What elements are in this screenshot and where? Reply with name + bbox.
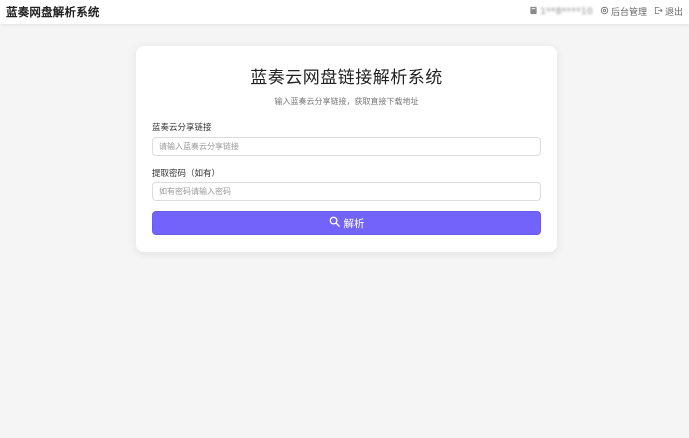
user-name: 1**8****10 <box>540 6 593 17</box>
parse-form-card: 蓝奏云网盘链接解析系统 输入蓝奏云分享链接，获取直接下载地址 蓝奏云分享链接 提… <box>136 46 557 252</box>
page-title: 蓝奏云网盘链接解析系统 <box>250 68 443 88</box>
app-brand[interactable]: 蓝奏网盘解析系统 <box>6 4 100 20</box>
user-account[interactable]: 1**8****10 <box>529 6 593 18</box>
logout-icon <box>654 6 663 18</box>
admin-link[interactable]: 后台管理 <box>600 5 647 18</box>
logout-label: 退出 <box>664 8 683 18</box>
gear-icon <box>600 6 609 18</box>
link-field-label: 蓝奏云分享链接 <box>152 123 212 133</box>
admin-label: 后台管理 <box>610 8 647 18</box>
navbar-actions: 1**8****10 后台管理 退出 <box>529 5 683 18</box>
search-icon <box>329 216 340 230</box>
share-link-input[interactable] <box>152 137 541 156</box>
parse-button-label: 解析 <box>343 217 365 230</box>
user-icon <box>529 6 538 18</box>
password-input[interactable] <box>152 182 541 201</box>
page-subtitle: 输入蓝奏云分享链接，获取直接下载地址 <box>274 97 419 106</box>
logout-link[interactable]: 退出 <box>654 5 683 18</box>
password-field-label: 提取密码（如有） <box>152 169 221 179</box>
parse-button[interactable]: 解析 <box>152 211 541 235</box>
top-navbar: 蓝奏网盘解析系统 1**8****10 后台管理 退出 <box>0 0 689 24</box>
